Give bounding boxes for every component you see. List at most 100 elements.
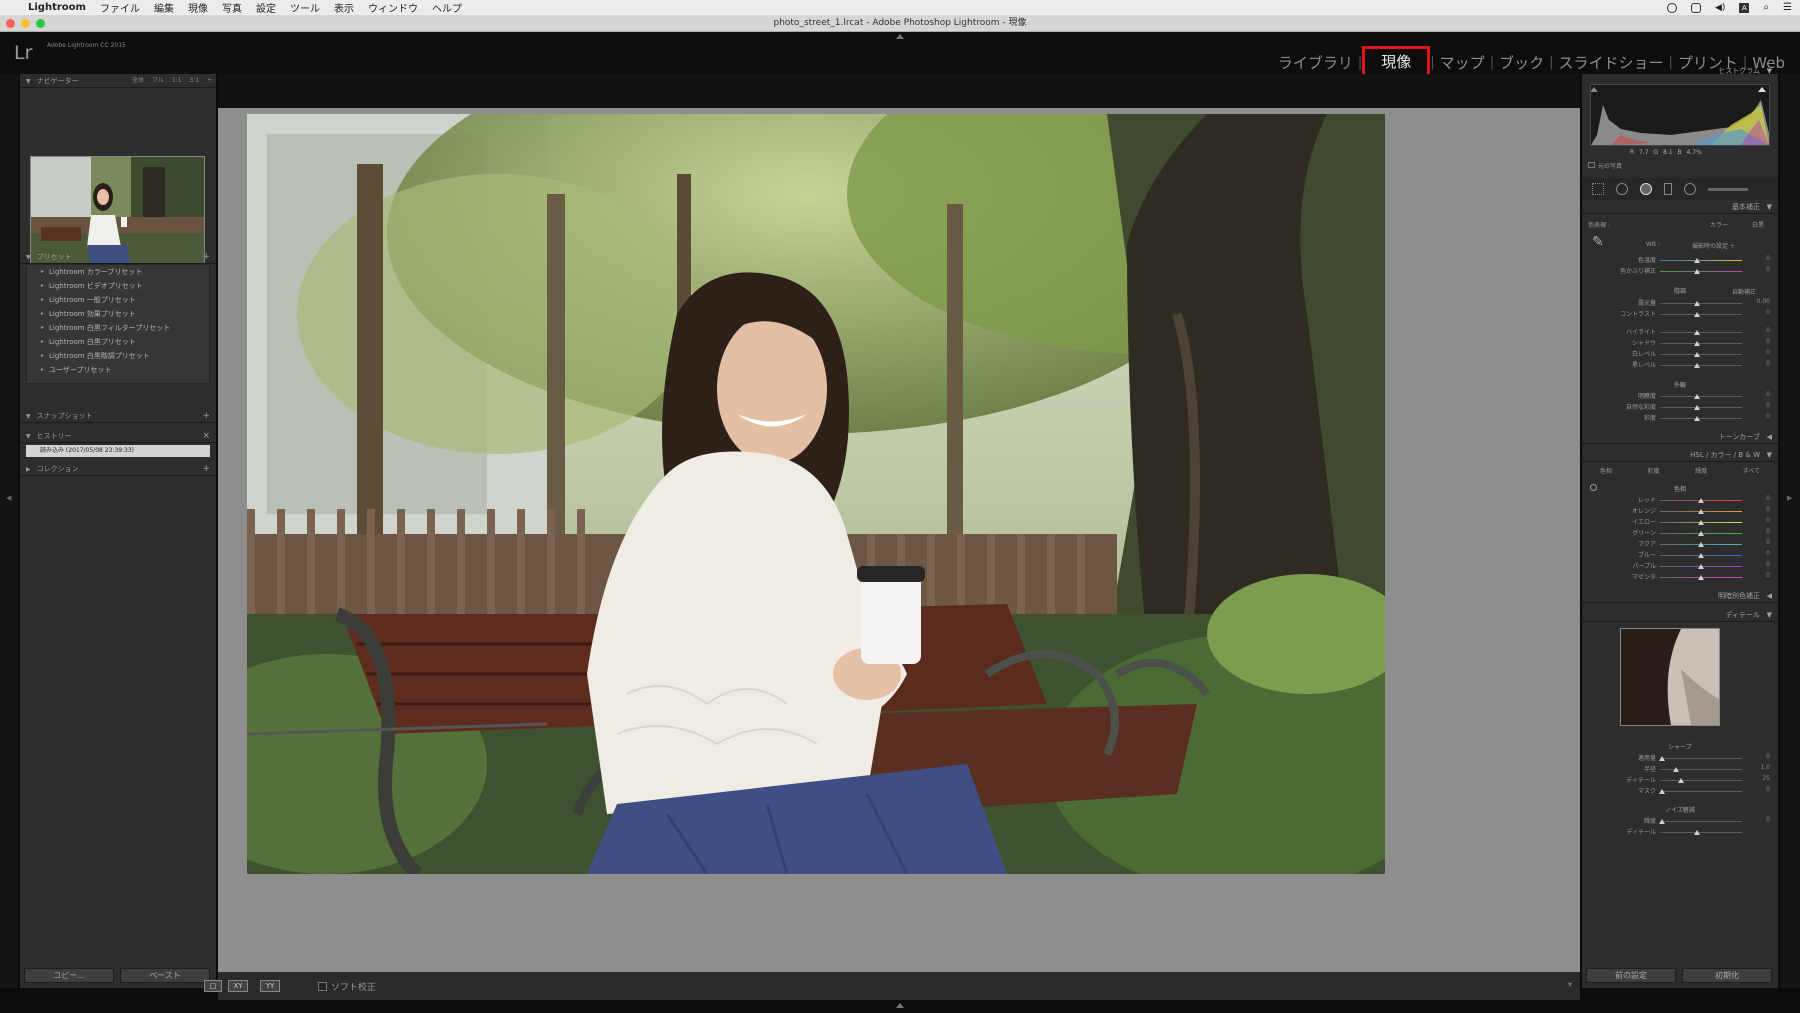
compare-view-button[interactable]: XY bbox=[228, 980, 248, 992]
menu-tools[interactable]: ツール bbox=[290, 0, 320, 15]
slider-knob[interactable] bbox=[1698, 542, 1704, 547]
slider-knob[interactable] bbox=[1698, 553, 1704, 558]
history-header[interactable]: ▼ ヒストリー × bbox=[20, 429, 216, 443]
slider-track[interactable] bbox=[1660, 303, 1742, 304]
slider-knob[interactable] bbox=[1677, 778, 1684, 783]
slider-value[interactable]: 0 bbox=[1766, 391, 1770, 398]
slider-track[interactable] bbox=[1660, 780, 1742, 781]
tab-luminance[interactable]: 輝度 bbox=[1695, 466, 1707, 478]
menu-develop[interactable]: 現像 bbox=[188, 0, 208, 15]
slider-knob[interactable] bbox=[1658, 819, 1665, 824]
slider-value[interactable]: 0 bbox=[1766, 309, 1770, 316]
slider-knob[interactable] bbox=[1693, 312, 1700, 317]
slider-value[interactable]: 0 bbox=[1766, 572, 1770, 579]
slider-value[interactable]: 0 bbox=[1766, 255, 1770, 262]
preset-folder[interactable]: Lightroom ビデオプリセット bbox=[27, 279, 209, 293]
menu-photo[interactable]: 写真 bbox=[222, 0, 242, 15]
menu-edit[interactable]: 編集 bbox=[154, 0, 174, 15]
graduated-filter-icon[interactable] bbox=[1664, 183, 1672, 195]
slider-track[interactable] bbox=[1660, 396, 1742, 397]
slider-value[interactable]: 0 bbox=[1766, 528, 1770, 535]
list-icon[interactable]: ☰ bbox=[1783, 2, 1792, 13]
slider-knob[interactable] bbox=[1693, 258, 1700, 263]
histogram-header[interactable]: ヒストグラム ▼ bbox=[1582, 64, 1778, 78]
slider-track[interactable] bbox=[1660, 758, 1742, 759]
slider-value[interactable]: 0 bbox=[1766, 786, 1770, 793]
soft-proof-checkbox[interactable] bbox=[318, 982, 327, 991]
slider-value[interactable]: 0 bbox=[1766, 360, 1770, 367]
tab-saturation[interactable]: 彩度 bbox=[1647, 466, 1659, 478]
slider-knob[interactable] bbox=[1693, 301, 1700, 306]
preset-folder[interactable]: Lightroom 一般プリセット bbox=[27, 293, 209, 307]
slider-value[interactable]: 0.00 bbox=[1757, 298, 1770, 305]
preset-folder[interactable]: Lightroom 白黒プリセット bbox=[27, 335, 209, 349]
menu-view[interactable]: 表示 bbox=[334, 0, 354, 15]
snapshots-header[interactable]: ▼ スナップショット + bbox=[20, 409, 216, 423]
slider-knob[interactable] bbox=[1693, 330, 1700, 335]
slider-value[interactable]: 0 bbox=[1766, 506, 1770, 513]
toolbar-menu-icon[interactable]: ▾ bbox=[1568, 980, 1572, 989]
crop-tool-icon[interactable] bbox=[1592, 183, 1604, 195]
histogram[interactable] bbox=[1590, 84, 1770, 146]
slider-value[interactable]: 0 bbox=[1766, 753, 1770, 760]
preset-folder[interactable]: Lightroom カラープリセット bbox=[27, 265, 209, 279]
treatment-bw[interactable]: 白黒 bbox=[1752, 220, 1764, 229]
detail-preview[interactable] bbox=[1620, 628, 1720, 726]
slider-track[interactable] bbox=[1660, 365, 1742, 366]
slider-track[interactable] bbox=[1660, 271, 1742, 272]
previous-settings-button[interactable]: 前の設定 bbox=[1586, 968, 1676, 983]
add-collection-icon[interactable]: + bbox=[202, 462, 210, 476]
soft-proof-toggle[interactable]: ソフト校正 bbox=[318, 980, 376, 993]
slider-track[interactable] bbox=[1660, 418, 1742, 419]
tab-hue[interactable]: 色相 bbox=[1600, 466, 1612, 478]
slider-knob[interactable] bbox=[1698, 509, 1704, 514]
history-item[interactable]: 読み込み (2017/05/08 23:39:33) bbox=[26, 445, 210, 457]
presets-header[interactable]: ▼ プリセット + bbox=[20, 250, 216, 264]
slider-value[interactable]: 0 bbox=[1766, 550, 1770, 557]
slider-value[interactable]: 0 bbox=[1766, 816, 1770, 823]
zoom-options[interactable]: 全体 フル 1:1 3:1 ÷ bbox=[132, 74, 212, 88]
slider-knob[interactable] bbox=[1693, 341, 1700, 346]
adjustment-brush-icon[interactable] bbox=[1708, 187, 1748, 191]
slider-knob[interactable] bbox=[1693, 416, 1700, 421]
slider-track[interactable] bbox=[1660, 354, 1742, 355]
collections-header[interactable]: ▶ コレクション + bbox=[20, 462, 216, 476]
slider-value[interactable]: 0 bbox=[1766, 517, 1770, 524]
slider-knob[interactable] bbox=[1658, 756, 1665, 761]
slider-track[interactable] bbox=[1660, 769, 1742, 770]
input-a-icon[interactable]: A bbox=[1739, 2, 1750, 13]
slider-knob[interactable] bbox=[1698, 531, 1704, 536]
wb-eyedropper-icon[interactable]: ✎ bbox=[1592, 234, 1604, 250]
slider-track[interactable] bbox=[1660, 821, 1742, 822]
hsl-header[interactable]: HSL / カラー / B & W ▼ bbox=[1582, 448, 1778, 462]
slider-track[interactable] bbox=[1660, 343, 1742, 344]
main-photo[interactable] bbox=[247, 114, 1385, 874]
creative-cloud-icon[interactable] bbox=[1690, 2, 1701, 13]
slider-knob[interactable] bbox=[1698, 498, 1704, 503]
collapse-top-panel-icon[interactable] bbox=[896, 34, 904, 39]
slider-knob[interactable] bbox=[1693, 830, 1700, 835]
slider-value[interactable]: 0 bbox=[1766, 349, 1770, 356]
slider-value[interactable]: 0 bbox=[1766, 266, 1770, 273]
slider-knob[interactable] bbox=[1698, 564, 1704, 569]
split-toning-header[interactable]: 明暗別色補正 ◀ bbox=[1582, 589, 1778, 603]
slider-knob[interactable] bbox=[1698, 520, 1704, 525]
menu-app[interactable]: Lightroom bbox=[28, 2, 86, 13]
slider-value[interactable]: 0 bbox=[1766, 413, 1770, 420]
menu-file[interactable]: ファイル bbox=[100, 0, 140, 15]
slider-track[interactable] bbox=[1660, 314, 1742, 315]
zoom-window-button[interactable] bbox=[36, 19, 45, 28]
preset-folder[interactable]: Lightroom 白黒階調プリセット bbox=[27, 349, 209, 363]
slider-value[interactable]: 25 bbox=[1762, 775, 1770, 782]
search-icon[interactable]: ⌕ bbox=[1763, 2, 1769, 13]
right-panel-edge[interactable]: ▶ bbox=[1780, 74, 1800, 988]
add-snapshot-icon[interactable]: + bbox=[202, 409, 210, 423]
slider-value[interactable]: 0 bbox=[1766, 539, 1770, 546]
red-eye-icon[interactable] bbox=[1640, 183, 1652, 195]
slider-knob[interactable] bbox=[1693, 269, 1700, 274]
detail-header[interactable]: ディテール ▼ bbox=[1582, 608, 1778, 622]
preset-folder[interactable]: Lightroom 白黒フィルタープリセット bbox=[27, 321, 209, 335]
slider-knob[interactable] bbox=[1673, 767, 1680, 772]
record-icon[interactable] bbox=[1666, 2, 1677, 13]
wb-select[interactable]: 撮影時の設定 ÷ bbox=[1692, 241, 1735, 250]
